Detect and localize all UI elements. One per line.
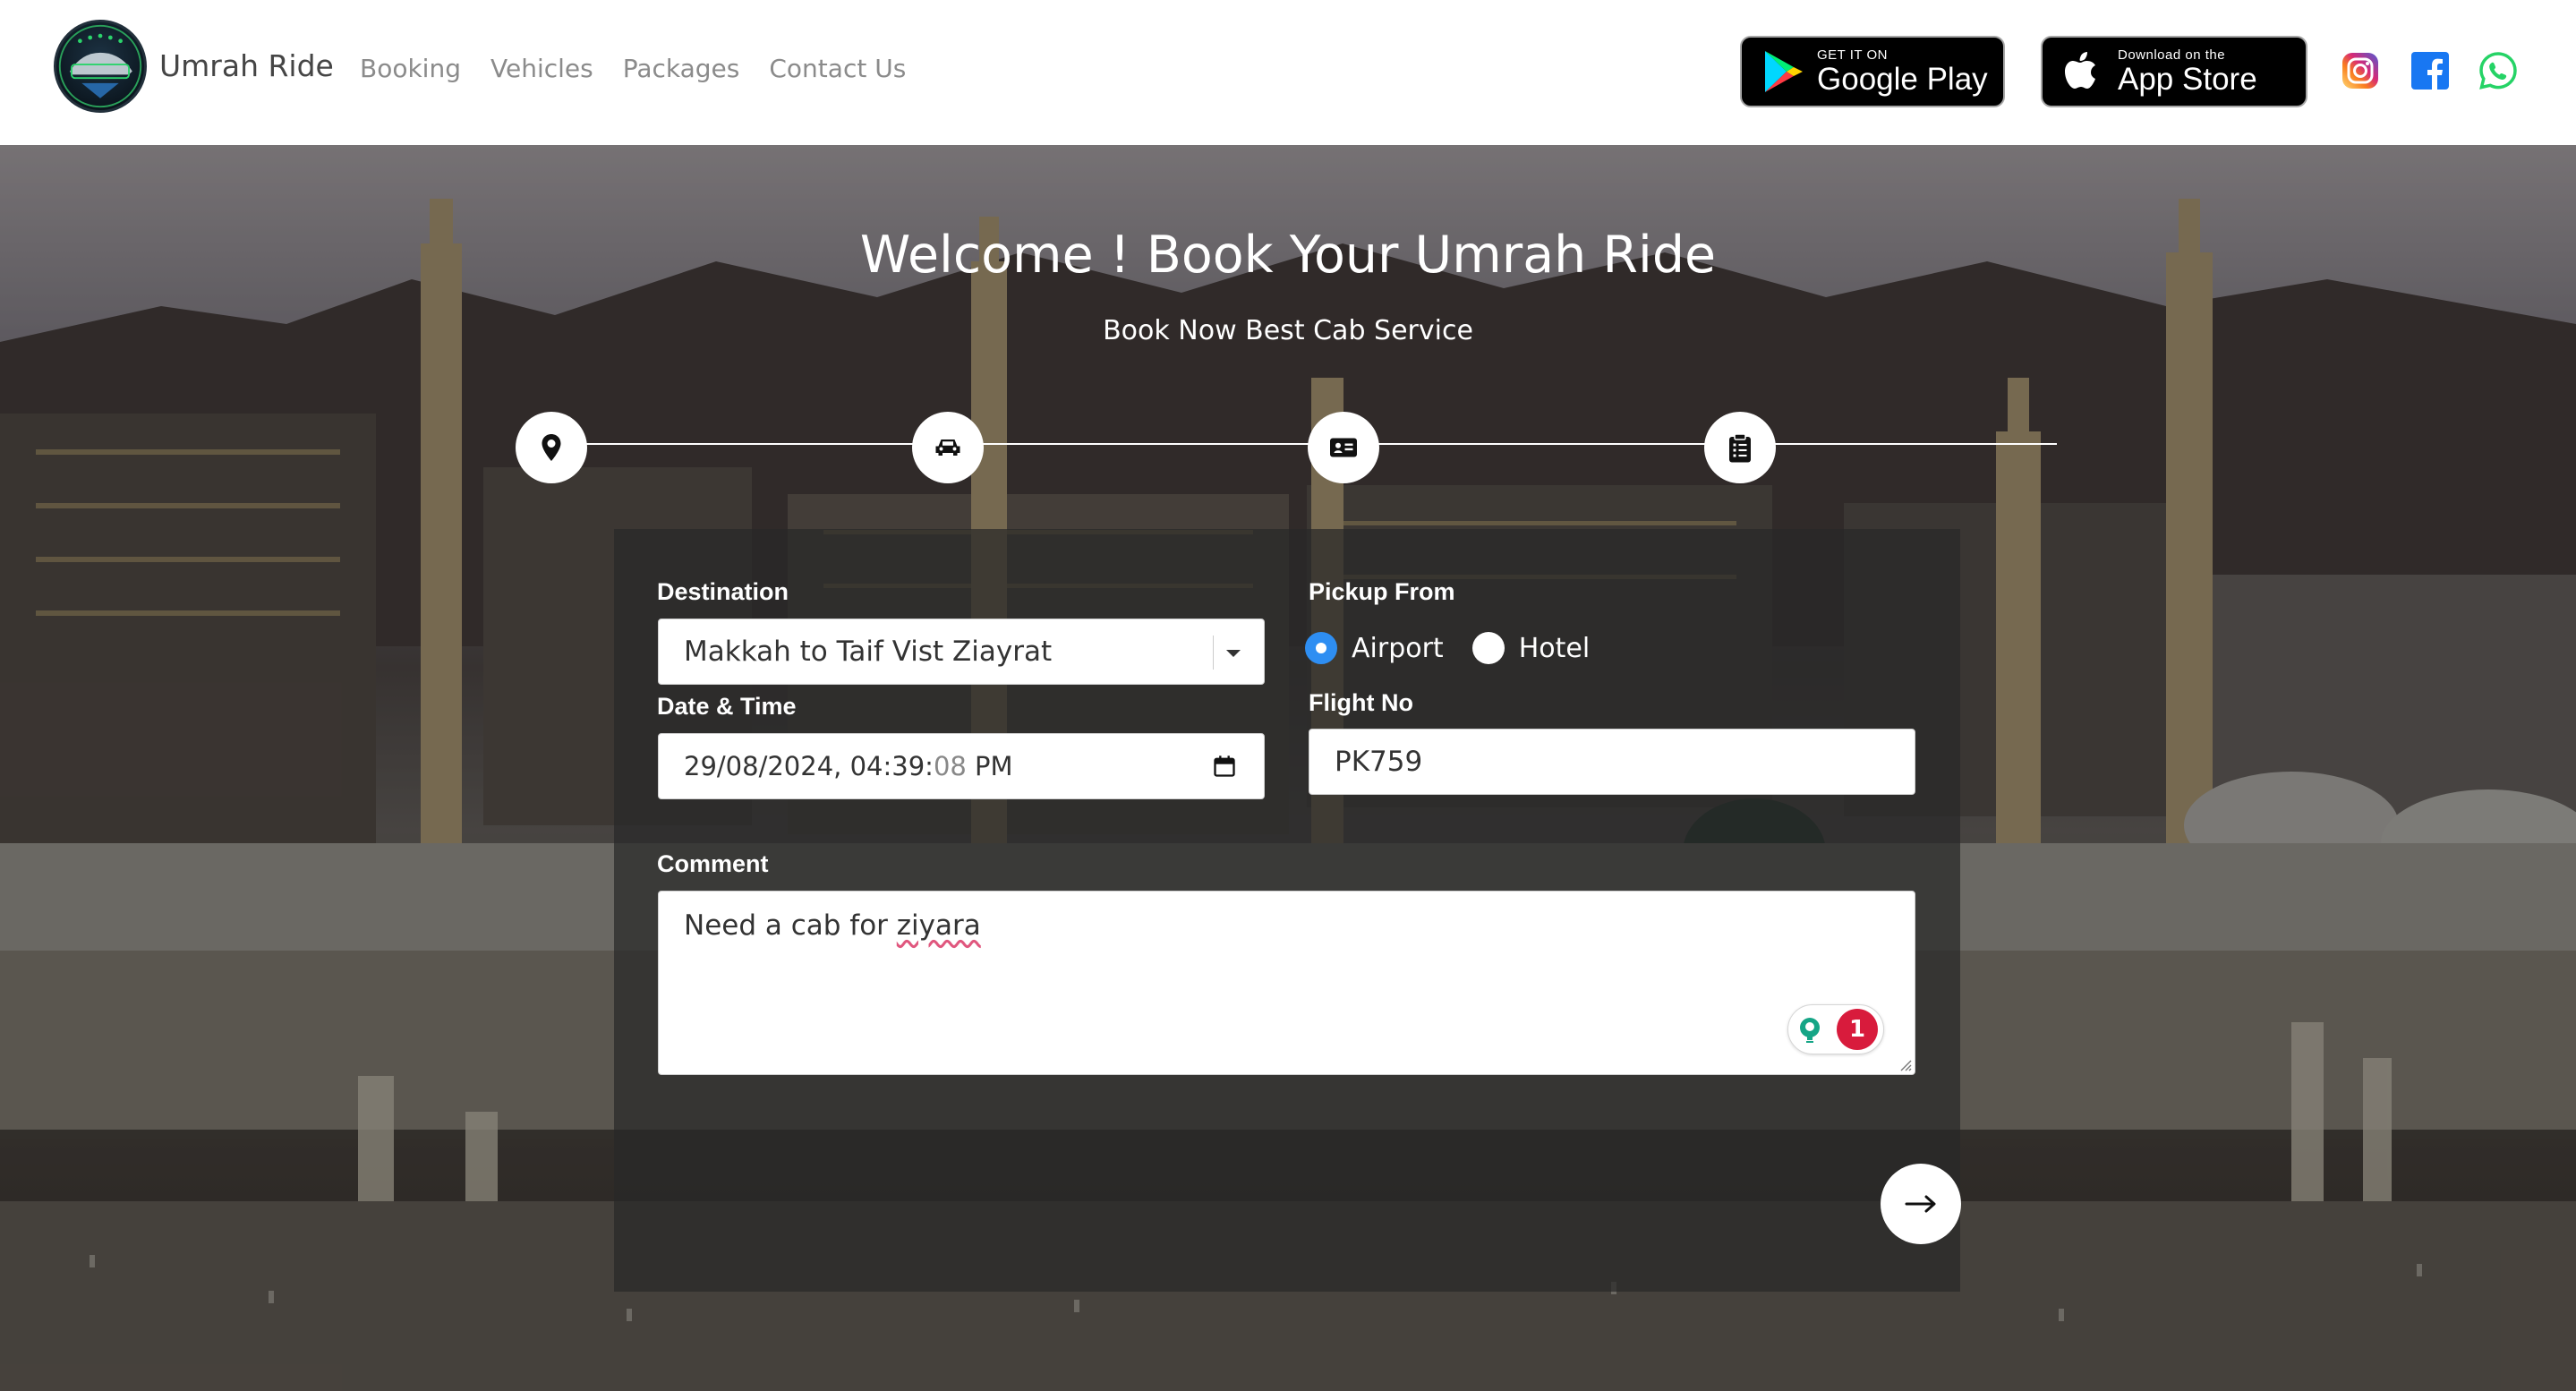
- pickup-label: Pickup From: [1309, 578, 1455, 605]
- google-play-badge[interactable]: GET IT ON Google Play: [1740, 36, 2005, 107]
- google-badge-small-text: GET IT ON: [1817, 47, 1888, 63]
- instagram-link[interactable]: [2340, 50, 2381, 91]
- comment-label: Comment: [657, 850, 769, 877]
- step-summary[interactable]: [1704, 412, 1776, 483]
- step-vehicle[interactable]: [912, 412, 984, 483]
- nav-link-vehicles[interactable]: Vehicles: [490, 54, 593, 83]
- facebook-link[interactable]: [2410, 50, 2451, 91]
- nav-link-packages[interactable]: Packages: [623, 54, 740, 83]
- pickup-radio-group: Airport Hotel: [1305, 632, 1618, 664]
- calendar-icon[interactable]: [1212, 754, 1237, 779]
- comment-textarea[interactable]: Need a cab for ziyara 1: [658, 891, 1915, 1075]
- destination-select[interactable]: Makkah to Taif Vist Ziayrat: [658, 619, 1265, 685]
- flight-label: Flight No: [1309, 689, 1413, 716]
- destination-label: Destination: [657, 578, 789, 605]
- app-store-badge[interactable]: Download on the App Store: [2041, 36, 2307, 107]
- resize-grip-icon[interactable]: [1899, 1059, 1912, 1071]
- comment-misspelled-word[interactable]: ziyara: [897, 909, 981, 942]
- datetime-input[interactable]: 29/08/2024, 04:39:08 PM: [658, 733, 1265, 799]
- stepper-line: [551, 443, 2057, 445]
- pickup-radio-airport[interactable]: [1305, 632, 1337, 664]
- id-card-icon: [1330, 438, 1357, 457]
- car-icon: [935, 439, 960, 456]
- select-separator: [1213, 636, 1214, 670]
- datetime-value-seconds: 08: [933, 751, 967, 781]
- clipboard-list-icon: [1729, 433, 1751, 463]
- next-step-button[interactable]: [1881, 1164, 1961, 1244]
- hero-title: Welcome ! Book Your Umrah Ride: [859, 226, 1717, 285]
- datetime-label: Date & Time: [657, 693, 797, 720]
- apple-icon: [2065, 52, 2095, 89]
- map-pin-icon: [542, 434, 561, 461]
- grammar-issue-count: 1: [1837, 1009, 1878, 1050]
- comment-value: Need a cab for ziyara: [684, 909, 981, 942]
- instagram-icon: [2342, 53, 2378, 89]
- whatsapp-link[interactable]: [2478, 50, 2519, 91]
- pickup-radio-hotel[interactable]: [1471, 632, 1505, 664]
- google-play-icon: [1765, 51, 1803, 92]
- step-details[interactable]: [1308, 412, 1379, 483]
- nav-link-booking[interactable]: Booking: [360, 54, 461, 83]
- grammar-bulb-icon: [1800, 1018, 1820, 1043]
- datetime-value: 29/08/2024, 04:39:08 PM: [684, 751, 1013, 781]
- pickup-radio-airport-label[interactable]: Airport: [1352, 633, 1444, 664]
- flight-number-value: PK759: [1335, 746, 1423, 778]
- step-location[interactable]: [516, 412, 587, 483]
- chevron-down-icon[interactable]: [1226, 650, 1241, 657]
- hero-subtitle: Book Now Best Cab Service: [1103, 315, 1473, 346]
- main-nav: Booking Vehicles Packages Contact Us: [360, 54, 906, 83]
- comment-value-text: Need a cab for: [684, 909, 897, 942]
- apple-badge-big-text: App Store: [2118, 62, 2257, 97]
- grammar-assistant-badge[interactable]: 1: [1787, 1004, 1884, 1054]
- car-logo-icon: [58, 24, 142, 108]
- datetime-value-ampm: PM: [966, 751, 1013, 781]
- google-badge-big-text: Google Play: [1817, 62, 1988, 97]
- nav-link-contact-us[interactable]: Contact Us: [769, 54, 906, 83]
- datetime-value-main: 29/08/2024, 04:39:: [684, 751, 934, 781]
- brand-name[interactable]: Umrah Ride: [159, 48, 334, 83]
- arrow-right-icon: [1905, 1195, 1936, 1213]
- navbar: Umrah Ride Booking Vehicles Packages Con…: [0, 0, 2576, 145]
- facebook-icon: [2411, 52, 2449, 90]
- brand-logo[interactable]: [54, 20, 147, 113]
- apple-badge-small-text: Download on the: [2118, 47, 2226, 63]
- whatsapp-icon: [2479, 52, 2517, 90]
- flight-number-input[interactable]: PK759: [1309, 729, 1915, 795]
- pickup-radio-hotel-label[interactable]: Hotel: [1519, 633, 1590, 664]
- destination-selected-value: Makkah to Taif Vist Ziayrat: [684, 636, 1053, 668]
- hero-section: Welcome ! Book Your Umrah Ride Book Now …: [0, 145, 2576, 1391]
